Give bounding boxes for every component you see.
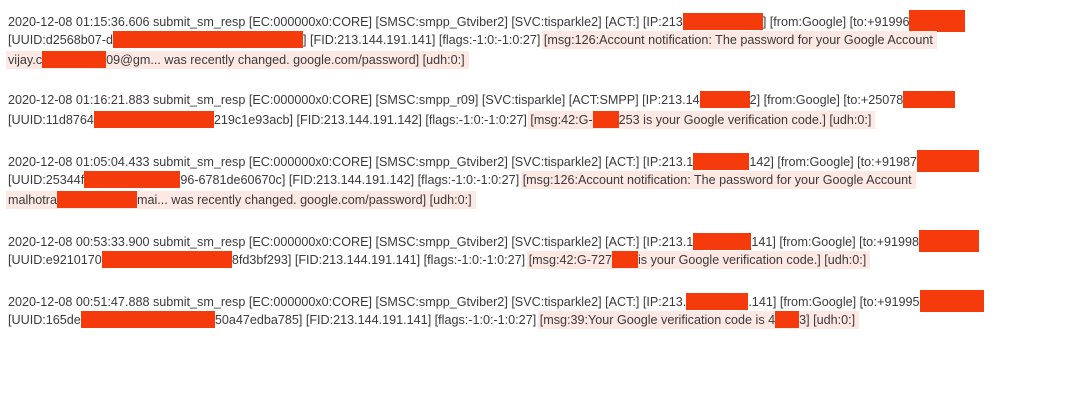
redaction-block — [699, 91, 750, 108]
log-text: [UUID:25344f — [8, 173, 85, 187]
log-text: 141] [from:Google] [to:+91998 — [751, 235, 919, 249]
log-text: [UUID:165de — [8, 313, 81, 327]
redaction-block — [686, 293, 749, 310]
log-text: 2020-12-08 01:05:04.433 submit_sm_resp [… — [8, 155, 694, 169]
message-highlight: [msg:126:Account notification: The passw… — [520, 171, 916, 189]
log-text: .141] [from:Google] [to:+91995 — [748, 295, 920, 309]
log-line: [UUID:d2568b07-d ] [FID:213.144.191.141] … — [8, 30, 1073, 50]
log-entry: 2020-12-08 01:16:21.883 submit_sm_resp [… — [8, 90, 1073, 130]
log-text: [msg:42:G-727 — [528, 253, 612, 267]
log-text: 219c1e93acb] [FID:213.144.191.142] [flag… — [213, 113, 531, 127]
redaction-block — [57, 191, 137, 208]
redaction-block — [693, 233, 752, 250]
log-entry: 2020-12-08 01:05:04.433 submit_sm_resp [… — [6, 150, 1073, 210]
message-highlight: [msg:42:G-727 is your Google verification… — [526, 251, 871, 269]
log-text: ] [from:Google] [to:+91996 — [762, 15, 910, 29]
log-text: ] [FID:213.144.191.141] [flags:-1:0:-1:0… — [303, 33, 544, 47]
log-text: 2020-12-08 00:53:33.900 submit_sm_resp [… — [8, 235, 694, 249]
log-entry: 2020-12-08 01:15:36.606 submit_sm_resp [… — [6, 10, 1073, 70]
log-line: [UUID:11d8764 219c1e93acb] [FID:213.144.1… — [8, 110, 1073, 130]
redaction-block — [693, 153, 750, 170]
log-line: [UUID:165de 50a47edba785] [FID:213.144.19… — [8, 310, 1073, 330]
log-text: [UUID:d2568b07-d — [8, 33, 114, 47]
message-highlight: vijay.c 09@gm... was recently changed. go… — [6, 51, 469, 69]
redaction-block — [101, 251, 232, 268]
message-highlight: malhotra mai... was recently changed. goo… — [6, 191, 476, 209]
log-line: 2020-12-08 01:15:36.606 submit_sm_resp [… — [8, 10, 1073, 32]
log-text: 2020-12-08 01:16:21.883 submit_sm_resp [… — [8, 93, 700, 107]
log-text: 8fd3bf293] [FID:213.144.191.141] [flags:… — [231, 253, 529, 267]
message-highlight: [msg:126:Account notification: The passw… — [541, 31, 937, 49]
log-line: vijay.c 09@gm... was recently changed. go… — [6, 50, 1073, 70]
log-text: 253 is your Google verification code.] [… — [618, 113, 872, 127]
redaction-block — [113, 31, 304, 48]
log-output: 2020-12-08 01:15:36.606 submit_sm_resp [… — [6, 10, 1073, 350]
log-line: malhotra mai... was recently changed. goo… — [6, 190, 1073, 210]
redaction-block — [682, 13, 763, 30]
redaction-block — [917, 150, 979, 172]
log-text: mai... was recently changed. google.com/… — [137, 193, 472, 207]
message-highlight: [msg:39:Your Google verification code is… — [537, 311, 860, 329]
log-text: 96-6781de60670c] [FID:213.144.191.142] [… — [180, 173, 523, 187]
log-text: [msg:39:Your Google verification code is… — [539, 313, 776, 327]
log-text: 142] [from:Google] [to:+91987 — [749, 155, 917, 169]
log-text: [UUID:e9210170 — [8, 253, 102, 267]
redaction-block — [80, 311, 215, 328]
log-text: [UUID:11d8764 — [8, 113, 94, 127]
redaction-block — [42, 51, 107, 68]
log-line: 2020-12-08 01:05:04.433 submit_sm_resp [… — [8, 150, 1073, 172]
redaction-block — [84, 171, 181, 188]
log-line: 2020-12-08 01:16:21.883 submit_sm_resp [… — [8, 90, 1073, 110]
log-text: malhotra — [8, 193, 57, 207]
redaction-block — [775, 311, 800, 328]
log-line: 2020-12-08 00:51:47.888 submit_sm_resp [… — [8, 290, 1073, 312]
log-line: [UUID:e9210170 8fd3bf293] [FID:213.144.19… — [8, 250, 1073, 270]
log-line: [UUID:25344f 96-6781de60670c] [FID:213.14… — [8, 170, 1073, 190]
log-text: vijay.c — [8, 53, 43, 67]
redaction-block — [919, 230, 979, 252]
log-entry: 2020-12-08 00:51:47.888 submit_sm_resp [… — [8, 290, 1073, 330]
redaction-block — [592, 111, 619, 128]
message-highlight: [msg:42:G- 253 is your Google verificatio… — [528, 111, 876, 129]
log-text: 3] [udh:0:] — [799, 313, 856, 327]
log-text: [msg:42:G- — [530, 113, 593, 127]
redaction-block — [903, 91, 956, 108]
redaction-block — [93, 111, 214, 128]
log-entry: 2020-12-08 00:53:33.900 submit_sm_resp [… — [8, 230, 1073, 270]
log-text: 09@gm... was recently changed. google.co… — [106, 53, 465, 67]
log-text: 2020-12-08 00:51:47.888 submit_sm_resp [… — [8, 295, 687, 309]
log-text: 50a47edba785] [FID:213.144.191.141] [fla… — [214, 313, 540, 327]
log-text: is your Google verification code.] [udh:… — [638, 253, 867, 267]
log-line: 2020-12-08 00:53:33.900 submit_sm_resp [… — [8, 230, 1073, 252]
log-text: 2] [from:Google] [to:+25078 — [749, 93, 904, 107]
redaction-block — [612, 251, 638, 268]
redaction-block — [909, 10, 966, 32]
log-text: 2020-12-08 01:15:36.606 submit_sm_resp [… — [8, 15, 683, 29]
redaction-block — [919, 290, 984, 312]
